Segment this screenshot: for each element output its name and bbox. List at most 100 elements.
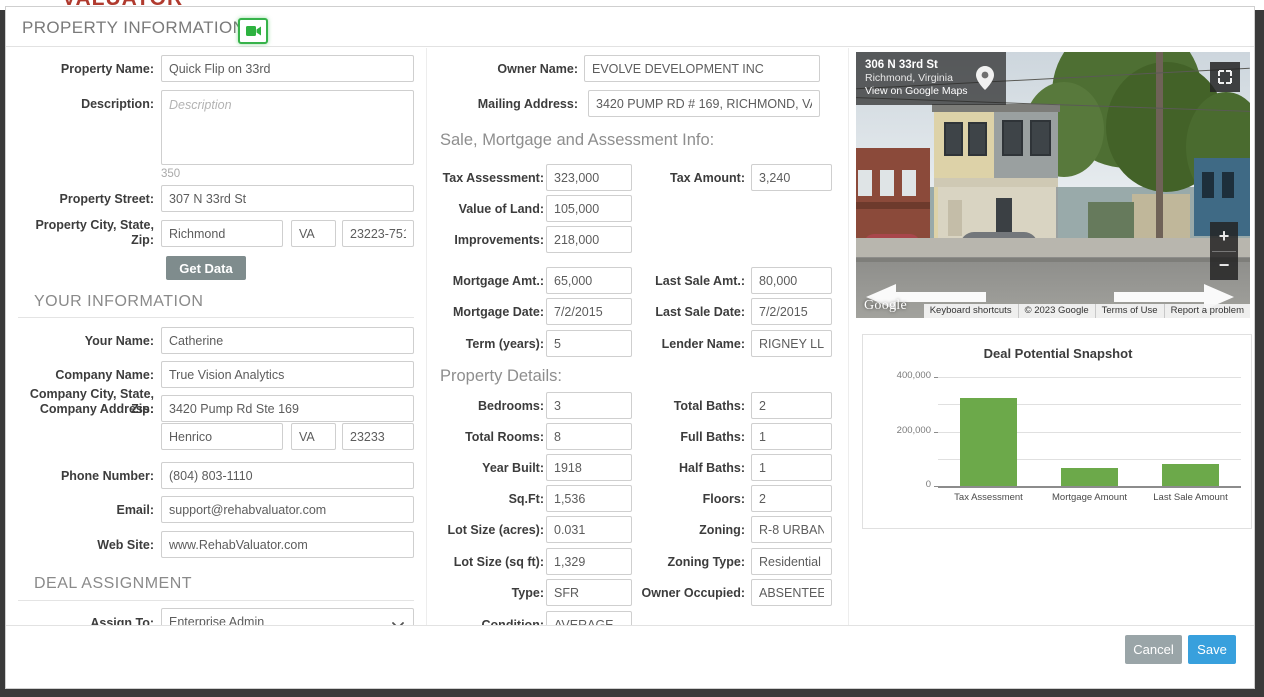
owner-name-input[interactable] <box>584 55 820 82</box>
email-input[interactable] <box>161 496 414 523</box>
property-name-input[interactable] <box>161 55 414 82</box>
lender-name-input[interactable] <box>751 330 832 357</box>
porch-roof <box>934 178 1058 187</box>
phone-number-input[interactable] <box>161 462 414 489</box>
window <box>1202 172 1214 198</box>
floors-input[interactable] <box>751 485 832 512</box>
video-camera-icon[interactable] <box>238 18 268 44</box>
your-name-input[interactable] <box>161 327 414 354</box>
chart-plot-area: 400,000 200,000 0 Tax Assessment Mortgage Am… <box>863 335 1253 530</box>
window <box>880 170 894 196</box>
x-axis-tick-label: Mortgage Amount <box>1052 492 1127 503</box>
property-information-window: PROPERTY INFORMATION Property Name: Descr… <box>5 6 1255 689</box>
value-of-land-input[interactable] <box>546 195 632 222</box>
curb <box>856 258 1250 262</box>
year-built-input[interactable] <box>546 454 632 481</box>
tax-assessment-label: Tax Assessment: <box>442 171 544 185</box>
zoning-type-input[interactable] <box>751 548 832 575</box>
get-data-button[interactable]: Get Data <box>166 256 246 280</box>
mailing-address-label: Mailing Address: <box>477 97 578 111</box>
floors-label: Floors: <box>702 492 745 506</box>
half-baths-input[interactable] <box>751 454 832 481</box>
company-name-input[interactable] <box>161 361 414 388</box>
improvements-label: Improvements: <box>454 233 544 247</box>
building-trim <box>856 202 930 209</box>
your-information-heading: YOUR INFORMATION <box>34 293 204 310</box>
email-label: Email: <box>116 503 154 517</box>
zoom-out-button[interactable]: − <box>1210 251 1238 280</box>
attribution-link[interactable]: Report a problem <box>1163 304 1250 318</box>
owner-occupied-input[interactable] <box>751 579 832 606</box>
tax-amount-input[interactable] <box>751 164 832 191</box>
last-sale-date-input[interactable] <box>751 298 832 325</box>
tax-assessment-input[interactable] <box>546 164 632 191</box>
owner-occupied-label: Owner Occupied: <box>641 586 746 600</box>
attribution-link[interactable]: Terms of Use <box>1094 304 1164 318</box>
property-city-input[interactable] <box>161 220 283 247</box>
full-baths-input[interactable] <box>751 423 832 450</box>
mailing-address-input[interactable] <box>588 90 820 117</box>
year-built-label: Year Built: <box>482 461 544 475</box>
tax-amount-label: Tax Amount: <box>670 171 745 185</box>
company-zip-input[interactable] <box>342 423 414 450</box>
company-state-input[interactable] <box>291 423 336 450</box>
window <box>1002 120 1023 156</box>
company-address-input[interactable] <box>161 395 414 422</box>
street-view-panel[interactable]: 306 N 33rd St Richmond, Virginia View on… <box>856 52 1250 318</box>
type-input[interactable] <box>546 579 632 606</box>
sq-ft-label: Sq.Ft: <box>508 492 544 506</box>
deal-potential-chart: Deal Potential Snapshot 400,000 200,000 0 T… <box>862 334 1252 529</box>
property-street-input[interactable] <box>161 185 414 212</box>
last-sale-amt-input[interactable] <box>751 267 832 294</box>
zoning-input[interactable] <box>751 516 832 543</box>
x-axis <box>938 486 1241 488</box>
zoom-in-button[interactable]: + <box>1210 222 1238 251</box>
zoning-label: Zoning: <box>699 523 745 537</box>
chart-bar <box>1162 464 1219 486</box>
lot-size-acres-input[interactable] <box>546 516 632 543</box>
y-axis-tick <box>934 486 938 487</box>
section-rule <box>18 317 414 318</box>
mortgage-date-input[interactable] <box>546 298 632 325</box>
description-textarea[interactable] <box>161 90 414 165</box>
lot-size-acres-label: Lot Size (acres): <box>447 523 544 537</box>
y-axis-tick-label: 400,000 <box>896 370 931 381</box>
street-view-zoom-control[interactable]: + − <box>1210 222 1238 280</box>
property-details-heading: Property Details: <box>440 367 562 385</box>
chart-bar <box>960 397 1017 486</box>
chart-bar <box>1061 468 1118 486</box>
y-axis-tick <box>934 377 938 378</box>
attribution-link[interactable]: Keyboard shortcuts <box>924 304 1018 318</box>
property-state-input[interactable] <box>291 220 336 247</box>
mortgage-amt-input[interactable] <box>546 267 632 294</box>
total-rooms-label: Total Rooms: <box>465 430 544 444</box>
total-rooms-input[interactable] <box>546 423 632 450</box>
term-years-input[interactable] <box>546 330 632 357</box>
property-zip-input[interactable] <box>342 220 414 247</box>
window <box>858 170 872 196</box>
sq-ft-input[interactable] <box>546 485 632 512</box>
property-street-label: Property Street: <box>59 192 154 206</box>
last-sale-amt-label: Last Sale Amt.: <box>655 274 745 288</box>
bedrooms-input[interactable] <box>546 392 632 419</box>
web-site-input[interactable] <box>161 531 414 558</box>
total-baths-input[interactable] <box>751 392 832 419</box>
term-years-label: Term (years): <box>465 337 544 351</box>
fullscreen-icon[interactable] <box>1210 62 1240 92</box>
lot-size-sq-ft-input[interactable] <box>546 548 632 575</box>
save-button[interactable]: Save <box>1188 635 1236 664</box>
full-baths-label: Full Baths: <box>680 430 745 444</box>
window <box>1030 120 1051 156</box>
dialog-footer: Cancel Save <box>6 625 1254 688</box>
mortgage-amt-label: Mortgage Amt.: <box>452 274 544 288</box>
improvements-input[interactable] <box>546 226 632 253</box>
lot-size-sq-ft-label: Lot Size (sq ft): <box>453 555 544 569</box>
utility-pole <box>1156 52 1163 258</box>
street-view-attribution-bar: Keyboard shortcuts © 2023 Google Terms of … <box>923 304 1250 318</box>
map-pin-icon <box>976 66 994 90</box>
column-divider <box>848 48 849 638</box>
company-city-input[interactable] <box>161 423 283 450</box>
cancel-button[interactable]: Cancel <box>1125 635 1182 664</box>
y-axis-tick-label: 200,000 <box>896 424 931 436</box>
attribution-link[interactable]: © 2023 Google <box>1017 304 1095 318</box>
